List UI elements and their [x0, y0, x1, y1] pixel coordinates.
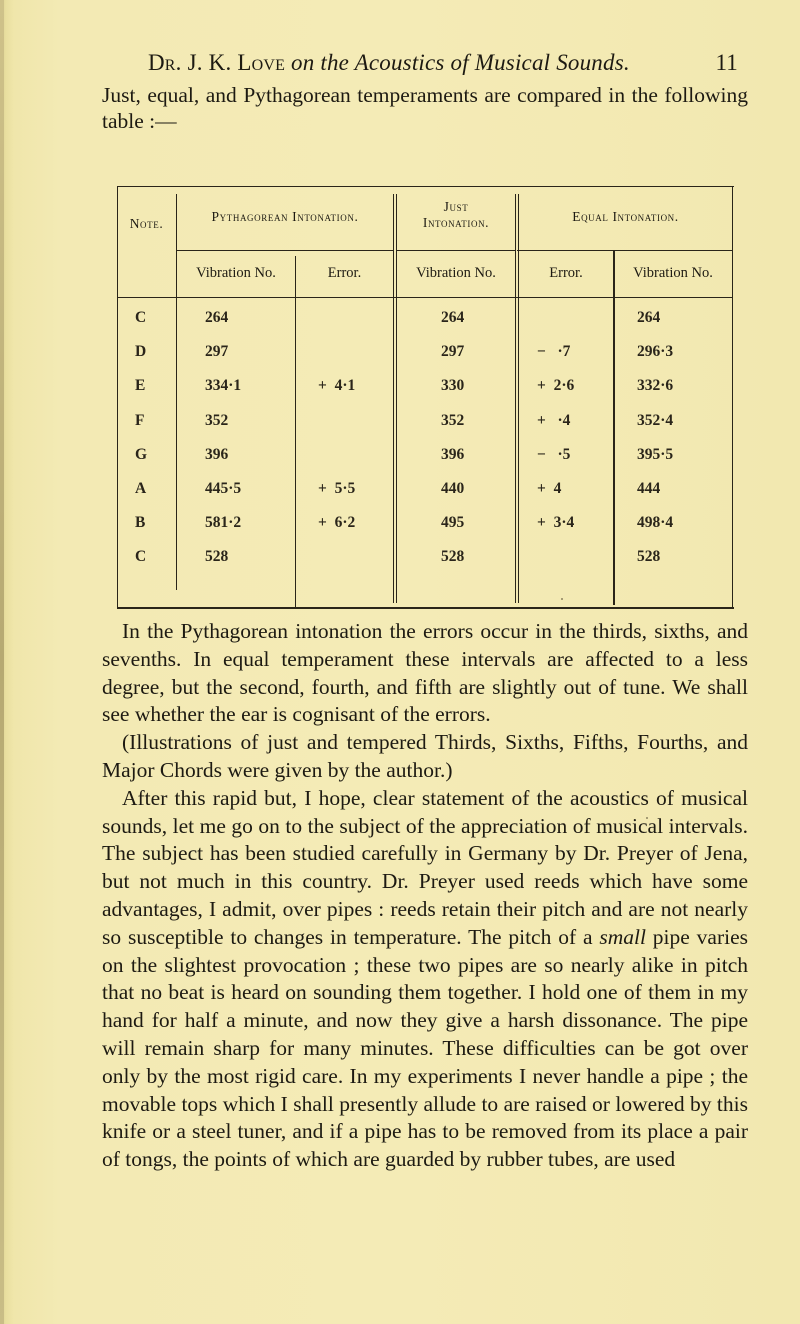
header-equal: Equal Intonation.	[572, 209, 679, 224]
page-number: 11	[715, 50, 738, 75]
cell-equal-vibration: 395·5	[637, 445, 674, 463]
cell-just-vibration: 440	[441, 480, 465, 497]
cell-just-vibration: 495	[441, 514, 465, 532]
cell-just-vibration: 396	[441, 445, 465, 463]
header-pythagorean: Pythagorean Intonation.	[211, 209, 359, 224]
book-page: Dr. J. K. Love on the Acoustics of Music…	[0, 0, 800, 1324]
cell-note: D	[135, 343, 147, 361]
group-header-rule	[177, 250, 394, 251]
cell-note: A	[135, 480, 147, 497]
cell-equal-error: + 2·6	[537, 377, 575, 395]
cell-just-vibration: 352	[441, 411, 465, 429]
cell-equal-error: + 3·4	[537, 514, 575, 532]
group-header-rule	[517, 250, 732, 251]
cell-note: C	[135, 548, 147, 566]
subheader-equal-vibration: Vibration No.	[633, 265, 713, 281]
cell-just-vibration: 297	[441, 343, 465, 361]
group-header-rule	[397, 250, 515, 251]
table-right-rule	[732, 186, 733, 607]
subheader-pyth-error: Error.	[327, 265, 362, 281]
cell-equal-error: − ·7	[537, 343, 571, 361]
cell-note: G	[135, 445, 148, 463]
cell-equal-vibration: 528	[637, 548, 661, 566]
cell-equal-error: + 4	[537, 480, 562, 497]
cell-equal-vibration: 444	[637, 480, 661, 497]
just-left-double-rule	[393, 194, 394, 603]
subheader-pyth-vibration: Vibration No.	[196, 265, 276, 281]
cell-note: C	[135, 309, 147, 326]
cell-equal-error: − ·5	[537, 445, 571, 463]
subheader-equal-error: Error.	[549, 265, 583, 281]
cell-pyth-vibration: 334·1	[205, 377, 242, 395]
page-binding-edge	[0, 0, 4, 1324]
cell-equal-vibration: 332·6	[637, 377, 674, 395]
body-text: In the Pythagorean intonation the errors…	[102, 618, 748, 1174]
cell-equal-vibration: 296·3	[637, 343, 674, 361]
cell-equal-vibration: 264	[637, 309, 661, 326]
paragraph: In the Pythagorean intonation the errors…	[102, 619, 748, 727]
paragraph: (Illustrations of just and tempered Thir…	[102, 730, 748, 782]
header-just-line1: Just	[443, 199, 469, 214]
table-bottom-rule	[117, 607, 734, 609]
cell-pyth-vibration: 352	[205, 411, 229, 429]
table-left-rule	[117, 186, 118, 607]
cell-equal-vibration: 352·4	[637, 411, 674, 429]
header-bottom-rule	[117, 297, 732, 298]
running-head-author: Dr. J. K. Love	[148, 50, 286, 75]
equal-inner-rule	[613, 250, 615, 605]
cell-equal-error: + ·4	[537, 411, 571, 429]
paragraph-text: pipe varies on the slightest provocation…	[102, 924, 749, 1172]
cell-pyth-vibration: 297	[205, 343, 229, 361]
cell-note: F	[135, 411, 145, 429]
cell-pyth-error: + 6·2	[318, 514, 356, 532]
paragraph: After this rapid but, I hope, clear stat…	[102, 785, 748, 1174]
header-note: Note.	[129, 216, 164, 231]
cell-pyth-vibration: 581·2	[205, 514, 242, 532]
cell-pyth-vibration: 396	[205, 445, 229, 463]
cell-pyth-error: + 4·1	[318, 377, 356, 395]
cell-pyth-vibration: 264	[205, 309, 229, 326]
subheader-just-vibration: Vibration No.	[416, 265, 496, 281]
temperament-table: Note. Pythagorean Intonation. Just Inton…	[117, 186, 734, 609]
cell-just-vibration: 330	[441, 377, 465, 395]
cell-note: E	[135, 377, 146, 395]
equal-left-double-rule	[518, 194, 519, 603]
running-head-title: on the Acoustics of Musical Sounds.	[291, 50, 630, 75]
equal-left-double-rule	[515, 194, 516, 603]
paper-speck	[561, 598, 563, 600]
intro-paragraph: Just, equal, and Pythagorean temperament…	[102, 83, 748, 133]
running-header: Dr. J. K. Love on the Acoustics of Music…	[148, 50, 738, 76]
pyth-inner-rule	[295, 256, 296, 607]
cell-pyth-vibration: 445·5	[205, 480, 242, 497]
cell-note: B	[135, 514, 146, 532]
table-top-rule	[117, 186, 734, 187]
paper-speck	[646, 817, 648, 819]
just-left-double-rule	[396, 194, 397, 603]
cell-pyth-vibration: 528	[205, 548, 229, 566]
cell-equal-vibration: 498·4	[637, 514, 674, 532]
note-column-rule	[176, 194, 177, 590]
emphasis-text: small	[599, 924, 646, 949]
header-just-line2: Intonation.	[422, 215, 490, 230]
cell-just-vibration: 264	[441, 309, 465, 326]
cell-pyth-error: + 5·5	[318, 480, 356, 497]
cell-just-vibration: 528	[441, 548, 465, 566]
